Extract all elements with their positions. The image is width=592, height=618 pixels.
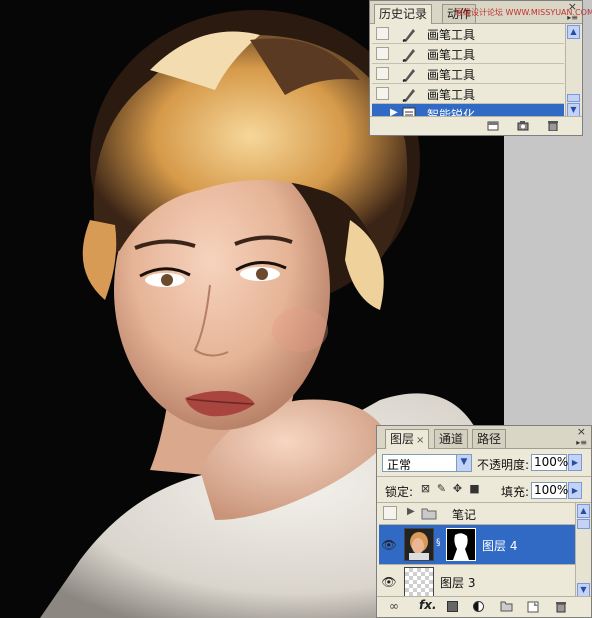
history-state-row[interactable]: 画笔工具 bbox=[372, 84, 564, 104]
history-state-row[interactable]: 画笔工具 bbox=[372, 64, 564, 84]
history-footer bbox=[370, 116, 582, 135]
lock-all-icon[interactable]: ■ bbox=[469, 483, 480, 494]
history-state-label: 画笔工具 bbox=[427, 28, 476, 42]
scroll-down-icon[interactable]: ▼ bbox=[567, 103, 580, 117]
layers-panel-header: 图层 × 通道 路径 × ▸≡ bbox=[377, 426, 591, 449]
trash-icon[interactable] bbox=[547, 120, 559, 131]
opacity-field[interactable]: 100% bbox=[531, 454, 568, 471]
brush-icon bbox=[402, 89, 415, 102]
tab-layers[interactable]: 图层 × bbox=[385, 429, 430, 449]
history-state-row[interactable]: 画笔工具 bbox=[372, 44, 564, 64]
new-document-icon[interactable] bbox=[487, 120, 499, 131]
lock-move-icon[interactable]: ✥ bbox=[452, 483, 463, 494]
opacity-label: 不透明度: bbox=[477, 458, 530, 472]
fill-label: 填充: bbox=[501, 485, 530, 499]
tab-history[interactable]: 历史记录 bbox=[374, 4, 433, 24]
scroll-thumb[interactable] bbox=[577, 519, 590, 529]
history-scrollbar[interactable]: ▲ ▼ bbox=[565, 24, 581, 119]
blend-mode-value: 正常 bbox=[387, 458, 412, 472]
close-icon[interactable]: × bbox=[577, 426, 586, 437]
tab-channels[interactable]: 通道 bbox=[434, 429, 469, 448]
history-panel: 历史记录 动作 × ▸≡ 画笔工具 画笔工具 画笔工具 画笔工具 ▶ 智能锐化 ▲ ▼ bbox=[369, 0, 583, 136]
visibility-toggle[interactable] bbox=[383, 506, 397, 520]
history-state-label: 画笔工具 bbox=[427, 88, 476, 102]
opacity-slider-arrow-icon[interactable]: ▶ bbox=[568, 454, 582, 471]
divider bbox=[377, 476, 591, 477]
layers-panel: 图层 × 通道 路径 × ▸≡ 正常 ▼ 不透明度: 100% ▶ 锁定: ⊠ ✎… bbox=[376, 425, 592, 618]
layer-thumbnail bbox=[404, 567, 434, 597]
tab-close-icon[interactable]: × bbox=[416, 435, 424, 446]
scroll-down-icon[interactable]: ▼ bbox=[577, 583, 590, 597]
snapshot-source-toggle[interactable] bbox=[376, 67, 389, 80]
trash-icon[interactable] bbox=[555, 601, 567, 613]
scroll-up-icon[interactable]: ▲ bbox=[577, 504, 590, 518]
layer-row[interactable]: 👁 图层 3 bbox=[379, 565, 575, 600]
scroll-up-icon[interactable]: ▲ bbox=[567, 25, 580, 39]
blend-mode-select[interactable]: 正常 ▼ bbox=[382, 454, 472, 472]
panel-menu-icon[interactable]: ▸≡ bbox=[576, 439, 587, 447]
brush-icon bbox=[402, 29, 415, 42]
tab-history-label: 历史记录 bbox=[379, 7, 428, 21]
mask-icon[interactable] bbox=[447, 601, 458, 612]
eye-icon[interactable]: 👁 bbox=[381, 537, 397, 553]
watermark-text: 思缘设计论坛 WWW.MISSYUAN.COM bbox=[455, 8, 592, 17]
history-state-label: 画笔工具 bbox=[427, 68, 476, 82]
layer-thumbnail bbox=[404, 528, 434, 561]
layers-scrollbar[interactable]: ▲ ▼ bbox=[575, 503, 591, 599]
chevron-down-icon[interactable]: ▼ bbox=[456, 455, 471, 471]
fx-icon[interactable]: fx. bbox=[419, 598, 437, 612]
layer-row-group[interactable]: ▶ 笔记 bbox=[379, 503, 575, 525]
brush-icon bbox=[402, 69, 415, 82]
tab-paths-label: 路径 bbox=[477, 432, 502, 446]
snapshot-source-toggle[interactable] bbox=[376, 27, 389, 40]
link-icon[interactable]: ∞ bbox=[389, 599, 399, 613]
tab-paths[interactable]: 路径 bbox=[472, 429, 507, 448]
history-state-label: 画笔工具 bbox=[427, 48, 476, 62]
tab-channels-label: 通道 bbox=[439, 432, 464, 446]
lock-transparency-icon[interactable]: ⊠ bbox=[420, 483, 431, 494]
expand-triangle-icon[interactable]: ▶ bbox=[407, 506, 415, 517]
lock-brush-icon[interactable]: ✎ bbox=[436, 483, 447, 494]
tab-layers-label: 图层 bbox=[390, 432, 415, 446]
adjustment-icon[interactable] bbox=[473, 601, 484, 612]
scroll-thumb[interactable] bbox=[567, 94, 580, 102]
folder-icon bbox=[421, 508, 437, 520]
snapshot-source-toggle[interactable] bbox=[376, 47, 389, 60]
snapshot-source-toggle[interactable] bbox=[376, 87, 389, 100]
layers-footer: ∞ fx. bbox=[377, 596, 591, 617]
layer-name[interactable]: 图层 4 bbox=[482, 537, 517, 554]
layer-mask-thumbnail[interactable] bbox=[446, 528, 476, 561]
folder-icon[interactable] bbox=[500, 601, 513, 612]
eye-icon[interactable]: 👁 bbox=[381, 574, 397, 590]
layer-name[interactable]: 图层 3 bbox=[440, 574, 475, 591]
fill-field[interactable]: 100% bbox=[531, 482, 568, 499]
fill-slider-arrow-icon[interactable]: ▶ bbox=[568, 482, 582, 499]
layer-name[interactable]: 笔记 bbox=[452, 506, 476, 523]
snapshot-camera-icon[interactable] bbox=[517, 120, 529, 131]
new-layer-icon[interactable] bbox=[527, 601, 539, 613]
brush-icon bbox=[402, 49, 415, 62]
history-state-row[interactable]: 画笔工具 bbox=[372, 24, 564, 44]
chain-link-icon[interactable]: § bbox=[436, 538, 441, 548]
lock-label: 锁定: bbox=[385, 485, 414, 499]
layer-row-selected[interactable]: 👁 § 图层 4 bbox=[379, 525, 575, 565]
